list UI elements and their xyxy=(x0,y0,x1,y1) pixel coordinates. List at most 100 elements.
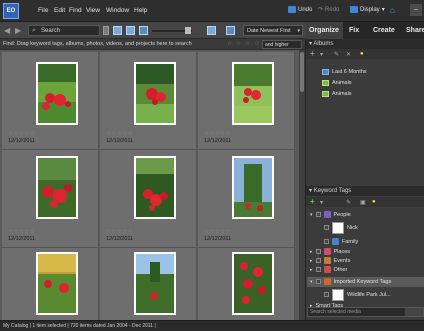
keyword-category-people[interactable]: ▾ People xyxy=(310,210,351,219)
home-button[interactable]: ⌂ xyxy=(390,6,395,15)
menu-view[interactable]: View xyxy=(86,7,100,14)
expand-icon[interactable]: ▸ xyxy=(310,258,313,264)
rating-stars[interactable]: ☆☆☆☆☆ xyxy=(8,229,35,235)
minimize-button[interactable]: – xyxy=(410,4,422,16)
media-cell[interactable]: ☆☆☆☆☆ 12/12/2011 xyxy=(198,52,295,150)
checkbox[interactable] xyxy=(324,225,329,230)
keyword-tags-header[interactable]: ▾ Keyword Tags xyxy=(306,186,424,196)
photo-thumbnail[interactable] xyxy=(134,252,176,315)
app-logo[interactable]: EO xyxy=(3,3,19,19)
media-cell[interactable]: ☆☆☆☆☆ 12/12/2011 xyxy=(2,150,99,248)
checkbox[interactable] xyxy=(324,292,329,297)
keyword-tag-nick[interactable]: Nick xyxy=(324,221,358,234)
media-cell[interactable]: ☆☆☆☆☆ 12/12/2011 xyxy=(2,52,99,150)
keyword-category-events[interactable]: ▸ Events xyxy=(310,256,350,265)
media-cell[interactable]: ☆☆☆☆☆ 12/12/2011 xyxy=(100,150,197,248)
view-icon[interactable]: ▣ xyxy=(360,199,366,206)
media-cell[interactable] xyxy=(2,248,99,331)
rating-stars[interactable]: ☆☆☆☆☆ xyxy=(106,229,133,235)
forward-arrow-icon[interactable]: ▶ xyxy=(15,26,21,35)
expand-icon[interactable]: ▸ xyxy=(310,249,313,255)
display-button[interactable]: Display ▾ xyxy=(350,6,385,13)
slider-handle[interactable] xyxy=(185,27,191,34)
checkbox[interactable] xyxy=(324,239,329,244)
album-item[interactable]: Last 6 Months xyxy=(322,67,367,76)
photo-thumbnail[interactable] xyxy=(36,156,78,219)
full-screen-icon[interactable] xyxy=(226,26,235,35)
keyword-category-places[interactable]: ▸ Places xyxy=(310,247,350,256)
grid-size-small-icon[interactable] xyxy=(139,26,148,35)
search-selected-button[interactable] xyxy=(405,308,423,316)
checkbox[interactable] xyxy=(315,279,321,284)
rating-stars[interactable]: ☆☆☆☆☆ xyxy=(8,131,35,137)
photo-thumbnail[interactable] xyxy=(232,156,274,219)
keyword-label: Imported Keyword Tags xyxy=(333,278,392,285)
photo-thumbnail[interactable] xyxy=(134,62,176,125)
view-mode-icon[interactable] xyxy=(113,26,122,35)
rating-stars[interactable]: ☆☆☆☆☆ xyxy=(204,131,231,137)
keyword-category-imported[interactable]: ▾ Imported Keyword Tags xyxy=(310,277,391,286)
expand-icon[interactable]: ▾ xyxy=(310,279,313,285)
keyword-tag-family[interactable]: Family xyxy=(324,237,358,246)
chevron-down-icon[interactable]: ▾ xyxy=(320,51,323,58)
menu-edit[interactable]: Edit xyxy=(54,7,65,14)
tab-create[interactable]: Create xyxy=(373,22,395,39)
rating-filter-value: and higher xyxy=(265,42,289,48)
rating-stars[interactable]: ☆☆☆☆☆ xyxy=(204,229,231,235)
edit-icon[interactable]: ✎ xyxy=(334,51,339,58)
search-field[interactable]: ⌕ Search xyxy=(28,25,100,36)
scrollbar-thumb[interactable] xyxy=(300,52,304,92)
delete-icon[interactable]: ✕ xyxy=(346,51,351,58)
search-selected-media[interactable]: Search selected media xyxy=(307,307,424,317)
tab-share[interactable]: Share xyxy=(406,22,424,39)
find-bar[interactable]: Find: Drag keyword tags, albums, photos,… xyxy=(0,39,305,50)
media-cell[interactable] xyxy=(198,248,295,331)
redo-button[interactable]: ↷ Redo xyxy=(318,6,339,14)
search-label: Search xyxy=(41,28,61,34)
media-cell[interactable]: ☆☆☆☆☆ 12/12/2011 xyxy=(198,150,295,248)
albums-header[interactable]: ▾ Albums xyxy=(306,39,424,49)
tag-thumbnail xyxy=(332,221,344,234)
rating-stars[interactable]: ☆☆☆☆☆ xyxy=(106,131,133,137)
tag-icon xyxy=(323,248,331,255)
photo-date: 12/12/2011 xyxy=(8,236,36,242)
search-icon: ⌕ xyxy=(32,27,36,34)
album-item[interactable]: Animals xyxy=(322,89,352,98)
expand-icon[interactable]: ▸ xyxy=(310,267,313,273)
media-cell[interactable] xyxy=(100,248,197,331)
media-cell[interactable]: ☆☆☆☆☆ 12/12/2011 xyxy=(100,52,197,150)
tab-organize[interactable]: Organize xyxy=(305,22,343,39)
tab-fix[interactable]: Fix xyxy=(349,22,359,39)
checkbox[interactable] xyxy=(315,212,321,217)
rating-filter-select[interactable]: and higher xyxy=(262,40,302,49)
edit-icon[interactable]: ✎ xyxy=(346,199,351,206)
search-options-icon[interactable] xyxy=(103,26,109,35)
media-grid: ☆☆☆☆☆ 12/12/2011 ☆☆☆☆☆ 12/12/2011 ☆☆☆☆☆ … xyxy=(0,50,305,331)
lightbulb-icon[interactable]: ● xyxy=(372,199,376,205)
album-item[interactable]: Animals xyxy=(322,78,352,87)
checkbox[interactable] xyxy=(315,258,321,263)
keyword-tag-wildlife[interactable]: Wildlife Park Jul... xyxy=(324,288,391,301)
menu-file[interactable]: File xyxy=(38,7,48,14)
checkbox[interactable] xyxy=(315,249,321,254)
sort-order-select[interactable]: Date Newest First ▾ xyxy=(243,25,303,36)
photo-thumbnail[interactable] xyxy=(232,62,274,125)
photo-view-icon[interactable] xyxy=(126,26,135,35)
chevron-down-icon[interactable]: ▾ xyxy=(320,199,323,206)
back-arrow-icon[interactable]: ◀ xyxy=(4,26,10,35)
photo-thumbnail[interactable] xyxy=(232,252,274,315)
lightbulb-icon[interactable]: ● xyxy=(360,51,364,57)
expand-icon[interactable]: ▾ xyxy=(310,212,313,218)
menu-help[interactable]: Help xyxy=(134,7,147,14)
menu-window[interactable]: Window xyxy=(106,7,129,14)
add-keyword-icon[interactable]: + xyxy=(310,198,315,206)
grid-size-large-icon[interactable] xyxy=(207,26,216,35)
photo-thumbnail[interactable] xyxy=(134,156,176,219)
undo-button[interactable]: Undo xyxy=(288,6,312,13)
menu-find[interactable]: Find xyxy=(69,7,82,14)
checkbox[interactable] xyxy=(315,267,321,272)
add-album-icon[interactable]: + xyxy=(310,50,315,58)
photo-thumbnail[interactable] xyxy=(36,62,78,125)
photo-thumbnail[interactable] xyxy=(36,252,78,315)
keyword-category-other[interactable]: ▸ Other xyxy=(310,265,347,274)
